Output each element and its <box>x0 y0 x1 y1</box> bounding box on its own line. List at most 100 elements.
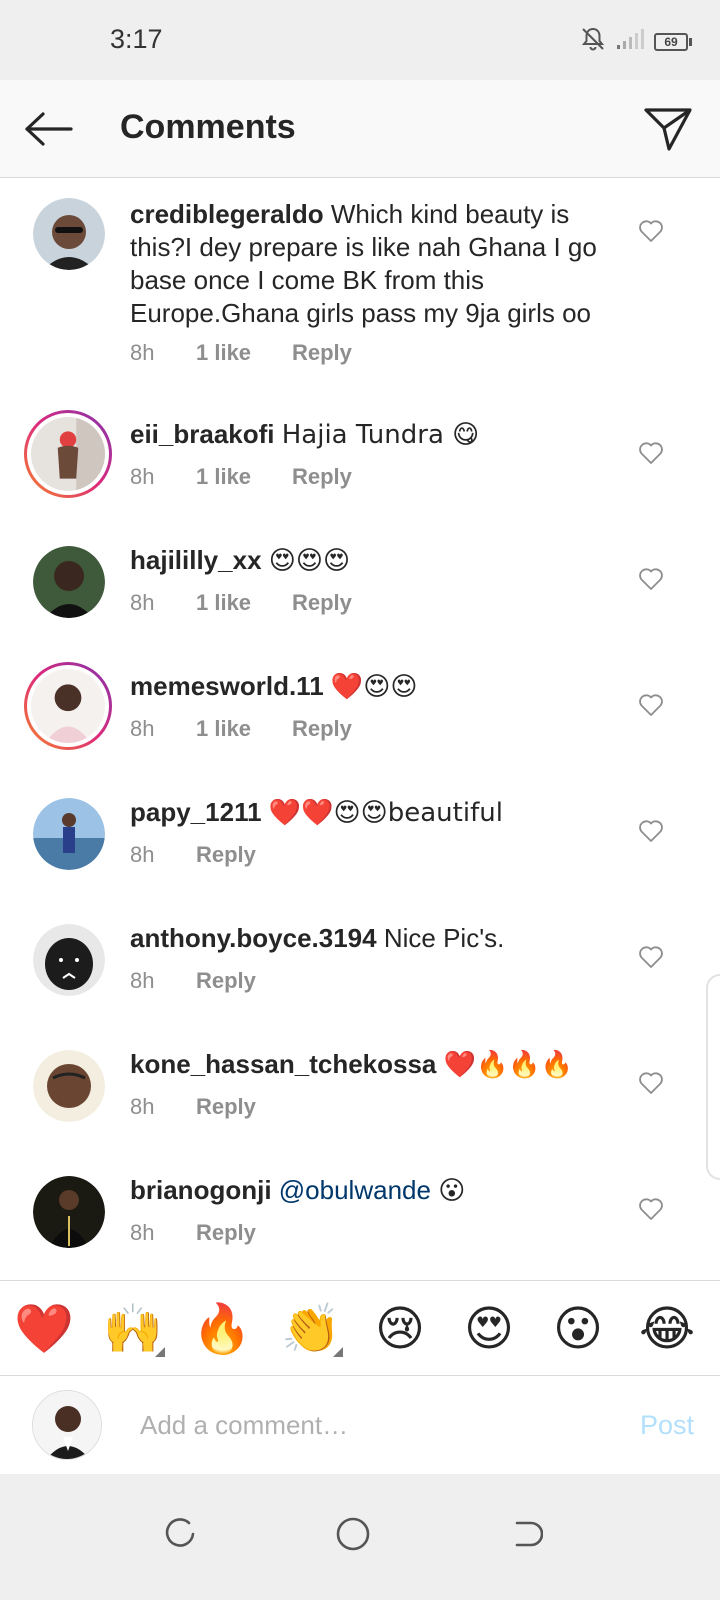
comment-message: 😍😍😍 <box>268 546 351 576</box>
comment-meta: 8h 1 like Reply <box>130 340 352 366</box>
comment-time: 8h <box>130 464 155 489</box>
back-nav-button[interactable] <box>494 1502 558 1566</box>
emoji-surprised-face-button[interactable]: 😮 <box>546 1299 610 1359</box>
avatar[interactable] <box>33 924 105 996</box>
comment-message: Nice Pic's. <box>383 923 505 953</box>
status-icons: 69 <box>580 26 692 57</box>
comment-text: anthony.boyce.3194 Nice Pic's. <box>130 922 630 955</box>
skin-tone-indicator <box>333 1347 343 1357</box>
arrow-left-icon <box>25 112 73 146</box>
like-comment-button[interactable] <box>636 216 666 246</box>
heart-outline-icon <box>639 820 663 842</box>
like-comment-button[interactable] <box>636 942 666 972</box>
comment-item: crediblegeraldo Which kind beauty is thi… <box>0 178 720 400</box>
home-button[interactable] <box>321 1502 385 1566</box>
my-avatar <box>32 1390 102 1460</box>
avatar[interactable] <box>33 1176 105 1248</box>
comment-username[interactable]: anthony.boyce.3194 <box>130 923 377 953</box>
reply-button[interactable]: Reply <box>196 1094 256 1120</box>
back-button[interactable] <box>20 104 76 154</box>
comment-likes[interactable]: 1 like <box>196 590 292 616</box>
comment-input[interactable] <box>140 1402 580 1448</box>
bell-off-icon <box>580 26 606 57</box>
avatar[interactable] <box>33 546 105 618</box>
like-comment-button[interactable] <box>636 564 666 594</box>
scroll-handle[interactable] <box>706 974 720 1180</box>
comment-time: 8h <box>130 968 155 993</box>
emoji-clapping-hands-button[interactable]: 👏 <box>279 1299 343 1359</box>
emoji-raising-hands-button[interactable]: 🙌 <box>101 1299 165 1359</box>
comment-meta: 8h Reply <box>130 968 256 994</box>
comment-message: ❤️😍😍 <box>330 672 418 702</box>
comment-likes[interactable]: 1 like <box>196 464 292 490</box>
comment-text: crediblegeraldo Which kind beauty is thi… <box>130 198 630 330</box>
comments-list[interactable]: crediblegeraldo Which kind beauty is thi… <box>0 178 720 1306</box>
heart-outline-icon <box>639 1198 663 1220</box>
comment-item: kone_hassan_tchekossa ❤️🔥🔥🔥 8h Reply <box>0 1030 720 1156</box>
reply-button[interactable]: Reply <box>292 340 352 366</box>
status-time: 3:17 <box>110 24 163 54</box>
reply-button[interactable]: Reply <box>292 716 352 742</box>
emoji-fire-button[interactable]: 🔥 <box>190 1299 254 1359</box>
recent-apps-button[interactable] <box>148 1502 212 1566</box>
paper-plane-icon <box>644 108 692 151</box>
comment-text: hajililly_xx 😍😍😍 <box>130 544 630 578</box>
comment-message: 😮 <box>438 1176 466 1206</box>
comment-text: brianogonji @obulwande 😮 <box>130 1174 630 1208</box>
comment-username[interactable]: kone_hassan_tchekossa <box>130 1049 436 1079</box>
emoji-quick-bar: ❤️ 🙌 🔥 👏 😢 😍 😮 😂 <box>0 1280 720 1376</box>
heart-outline-icon <box>639 568 663 590</box>
avatar[interactable] <box>33 198 105 270</box>
comment-username[interactable]: crediblegeraldo <box>130 199 324 229</box>
avatar[interactable] <box>33 798 105 870</box>
comment-meta: 8h Reply <box>130 1220 256 1246</box>
avatar-story-ring[interactable] <box>24 662 112 750</box>
system-nav-bar <box>0 1474 720 1600</box>
reply-button[interactable]: Reply <box>196 1220 256 1246</box>
share-button[interactable] <box>640 102 696 156</box>
comment-time: 8h <box>130 842 155 867</box>
like-comment-button[interactable] <box>636 1194 666 1224</box>
emoji-red-heart-button[interactable]: ❤️ <box>12 1299 76 1359</box>
avatar-story-ring[interactable] <box>24 410 112 498</box>
emoji-tears-of-joy-button[interactable]: 😂 <box>635 1299 699 1359</box>
like-comment-button[interactable] <box>636 1068 666 1098</box>
status-bar: 3:17 69 <box>0 0 720 80</box>
comment-input-bar: Post <box>0 1376 720 1474</box>
recent-apps-icon <box>165 1518 195 1547</box>
post-button[interactable]: Post <box>640 1410 694 1441</box>
reply-button[interactable]: Reply <box>196 968 256 994</box>
comment-username[interactable]: hajililly_xx <box>130 545 262 575</box>
heart-outline-icon <box>639 220 663 242</box>
emoji-heart-eyes-button[interactable]: 😍 <box>457 1299 521 1359</box>
reply-button[interactable]: Reply <box>292 590 352 616</box>
comment-time: 8h <box>130 590 155 615</box>
comment-text: memesworld.11 ❤️😍😍 <box>130 670 630 704</box>
comment-message: Hajia Tundra 😋 <box>281 420 480 450</box>
home-circle-icon <box>336 1517 370 1551</box>
comment-likes[interactable]: 1 like <box>196 340 292 366</box>
comment-username[interactable]: papy_1211 <box>130 797 262 827</box>
comment-username[interactable]: brianogonji <box>130 1175 272 1205</box>
emoji-crying-face-button[interactable]: 😢 <box>368 1299 432 1359</box>
back-nav-icon <box>515 1521 543 1547</box>
comment-meta: 8h Reply <box>130 842 256 868</box>
comment-username[interactable]: memesworld.11 <box>130 671 324 701</box>
reply-button[interactable]: Reply <box>292 464 352 490</box>
comment-likes[interactable]: 1 like <box>196 716 292 742</box>
battery-icon: 69 <box>654 32 692 51</box>
comment-username[interactable]: eii_braakofi <box>130 419 275 449</box>
avatar[interactable] <box>33 1050 105 1122</box>
page-title: Comments <box>120 108 296 146</box>
like-comment-button[interactable] <box>636 690 666 720</box>
heart-outline-icon <box>639 694 663 716</box>
like-comment-button[interactable] <box>636 816 666 846</box>
signal-icon <box>616 28 644 55</box>
comment-item: eii_braakofi Hajia Tundra 😋 8h 1 like Re… <box>0 400 720 526</box>
reply-button[interactable]: Reply <box>196 842 256 868</box>
comment-text: papy_1211 ❤️❤️😍😍beautiful <box>130 796 630 830</box>
comment-message: ❤️❤️😍😍beautiful <box>268 798 503 828</box>
comment-mention[interactable]: @obulwande <box>279 1175 431 1205</box>
comment-meta: 8h Reply <box>130 1094 256 1120</box>
like-comment-button[interactable] <box>636 438 666 468</box>
